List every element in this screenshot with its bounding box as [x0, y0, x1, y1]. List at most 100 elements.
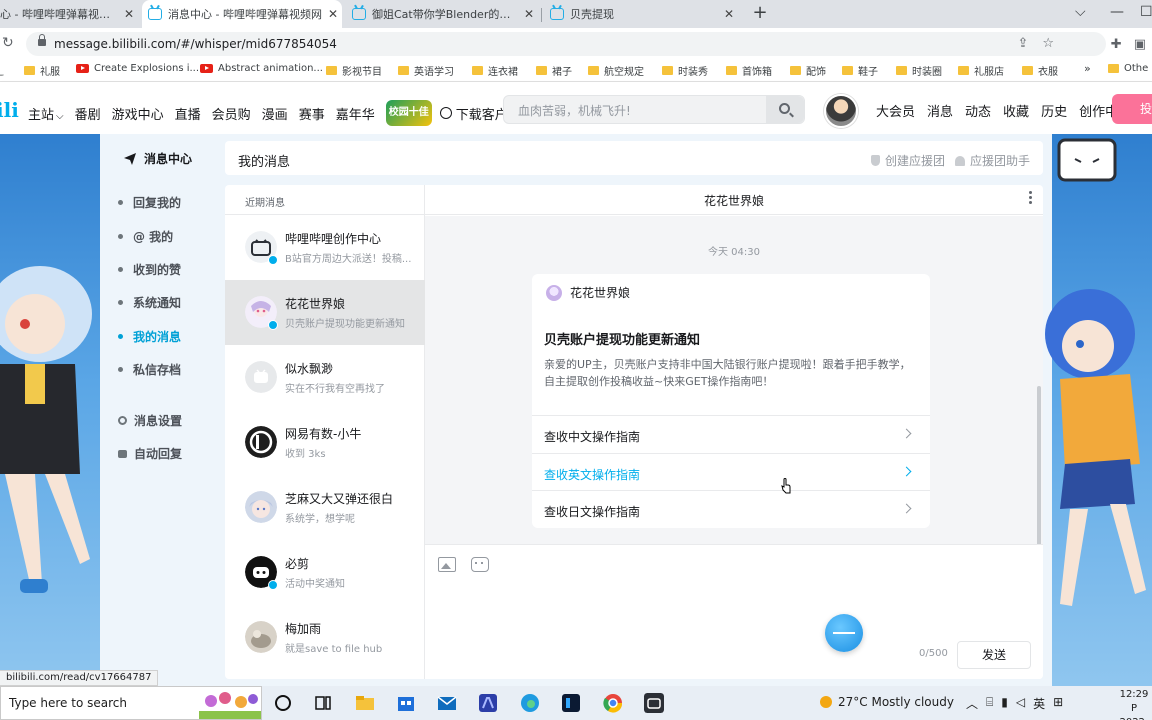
keyboard-layout-icon[interactable]: ⊞: [1053, 695, 1063, 712]
bookmark-folder[interactable]: 裙子: [536, 63, 572, 78]
maximize-icon[interactable]: ☐: [1140, 4, 1152, 20]
bookmark-link[interactable]: Abstract animation...: [200, 63, 323, 74]
nav-live[interactable]: 直播: [175, 104, 201, 123]
close-icon[interactable]: ✕: [520, 7, 538, 21]
fan-group-helper-button[interactable]: 应援团助手: [955, 152, 1030, 169]
nav-dynamics[interactable]: 动态: [965, 101, 991, 120]
conversation-item[interactable]: 哔哩哔哩创作中心 B站官方周边大派送！投稿...: [225, 215, 425, 280]
send-button[interactable]: 发送: [957, 641, 1031, 669]
nav-esports[interactable]: 赛事: [299, 104, 325, 123]
browser-tab[interactable]: 心 - 哔哩哔哩弹幕视频网 ✕: [0, 0, 138, 28]
bookmarks-overflow-button[interactable]: »: [1084, 62, 1091, 75]
url-text[interactable]: message.bilibili.com/#/whisper/mid677854…: [54, 37, 337, 51]
cortana-icon[interactable]: [273, 693, 293, 713]
weather-widget[interactable]: 27°C Mostly cloudy: [820, 695, 954, 709]
chrome-icon[interactable]: [603, 693, 623, 713]
more-options-icon[interactable]: [1029, 191, 1033, 205]
sidebar-item-auto-reply[interactable]: 自动回复: [118, 445, 182, 462]
sidebar-item-my-messages[interactable]: 我的消息: [118, 328, 181, 345]
search-input[interactable]: 血肉苦弱，机械飞升!: [518, 102, 631, 119]
sidebar-item-likes[interactable]: 收到的赞: [118, 261, 181, 278]
nav-game-center[interactable]: 游戏中心: [112, 104, 164, 123]
conversation-item[interactable]: 芝麻又大又弹还很白 系统学，想学呢: [225, 475, 425, 540]
browser-tab[interactable]: 御姐Cat带你学Blender的个人空间 ✕: [346, 0, 538, 28]
guide-link-english[interactable]: 查收英文操作指南: [532, 453, 930, 491]
browser-tab-active[interactable]: 消息中心 - 哔哩哔哩弹幕视频网 ✕: [142, 0, 342, 28]
network-icon[interactable]: ⌸: [986, 695, 993, 712]
taskbar-search-input[interactable]: Type here to search: [9, 696, 127, 710]
bookmark-star-icon[interactable]: ☆: [1042, 36, 1054, 51]
bookmark-folder[interactable]: 配饰: [790, 63, 826, 78]
nav-mall[interactable]: 会员购: [212, 104, 251, 123]
bilibili-logo[interactable]: ili: [0, 98, 19, 122]
edge-icon[interactable]: [520, 693, 540, 713]
bilibili-app-icon[interactable]: [644, 693, 664, 713]
campus-event-badge[interactable]: 校园十佳: [385, 100, 432, 126]
conversation-item[interactable]: 必剪 活动中奖通知: [225, 540, 425, 605]
bookmark-folder[interactable]: 衣服: [1022, 63, 1058, 78]
input-method-indicator[interactable]: 英: [1033, 695, 1045, 712]
mail-icon[interactable]: [437, 693, 457, 713]
sidebar-item-mentions[interactable]: @ 我的: [118, 228, 173, 245]
file-explorer-icon[interactable]: [355, 693, 375, 713]
bookmark-folder[interactable]: 连衣裙: [472, 63, 518, 78]
bookmark-link[interactable]: Create Explosions i...: [76, 63, 199, 74]
message-composer[interactable]: 0/500 发送: [425, 544, 1043, 679]
bookmark-folder[interactable]: 英语学习: [398, 63, 454, 78]
new-tab-button[interactable]: +: [750, 4, 770, 24]
conversation-item-active[interactable]: 花花世界娘 贝壳账户提现功能更新通知: [225, 280, 425, 345]
system-clock[interactable]: 12:29 P 2022-07: [1116, 688, 1152, 720]
bookmark-folder[interactable]: 影视节目: [326, 63, 382, 78]
bookmark-folder[interactable]: 时装圈: [896, 63, 942, 78]
bookmark-folder[interactable]: 航空规定: [588, 63, 644, 78]
bookmark-folder[interactable]: ⻌: [0, 63, 4, 78]
photoshop-icon[interactable]: [561, 693, 581, 713]
conversation-item[interactable]: 似水飘渺 实在不行我有空再找了: [225, 345, 425, 410]
nav-history[interactable]: 历史: [1041, 101, 1067, 120]
url-field[interactable]: message.bilibili.com/#/whisper/mid677854…: [26, 32, 1106, 56]
nav-anime[interactable]: 番剧: [75, 104, 101, 123]
image-icon[interactable]: [438, 557, 456, 572]
sidebar-item-system-notices[interactable]: 系统通知: [118, 294, 181, 311]
side-panel-icon[interactable]: ▣: [1134, 37, 1146, 52]
close-icon[interactable]: ✕: [120, 7, 138, 21]
close-icon[interactable]: ✕: [324, 7, 342, 21]
reload-icon[interactable]: ↻: [2, 35, 14, 51]
nav-manga[interactable]: 漫画: [262, 104, 288, 123]
conversation-item[interactable]: 梅加雨 就是save to file hub: [225, 605, 425, 670]
guide-link-japanese[interactable]: 查收日文操作指南: [532, 490, 930, 528]
minimize-icon[interactable]: —: [1110, 4, 1124, 20]
conversation-item[interactable]: 网易有数-小牛 收到 3ks: [225, 410, 425, 475]
chevron-up-icon[interactable]: ︿: [966, 695, 978, 712]
floating-helper-button[interactable]: [825, 614, 863, 652]
bookmark-folder[interactable]: 礼服店: [958, 63, 1004, 78]
bookmark-folder[interactable]: Othe: [1108, 63, 1148, 74]
sidebar-item-archive[interactable]: 私信存档: [118, 361, 181, 378]
search-button[interactable]: [766, 96, 804, 123]
guide-link-chinese[interactable]: 查收中文操作指南: [532, 415, 930, 453]
nav-vip[interactable]: 大会员: [876, 101, 915, 120]
taskbar-search-box[interactable]: Type here to search: [0, 686, 262, 720]
bookmark-folder[interactable]: 首饰箱: [726, 63, 772, 78]
close-icon[interactable]: ✕: [720, 7, 738, 21]
extensions-icon[interactable]: ✚: [1111, 37, 1122, 52]
microphone-icon[interactable]: ▮: [1001, 695, 1008, 712]
emoji-icon[interactable]: [471, 557, 489, 572]
microsoft-store-icon[interactable]: [396, 693, 416, 713]
bookmark-folder[interactable]: 时装秀: [662, 63, 708, 78]
bookmark-folder[interactable]: 鞋子: [842, 63, 878, 78]
volume-icon[interactable]: ◁: [1016, 695, 1025, 712]
browser-tab[interactable]: 贝壳提现 ✕: [544, 0, 738, 28]
task-view-icon[interactable]: [313, 693, 333, 713]
nav-carnival[interactable]: 嘉年华: [336, 104, 375, 123]
user-avatar[interactable]: [824, 94, 858, 128]
sidebar-item-replies[interactable]: 回复我的: [118, 194, 181, 211]
upload-button[interactable]: 投: [1112, 94, 1152, 124]
after-effects-icon[interactable]: [478, 693, 498, 713]
nav-messages[interactable]: 消息: [927, 101, 953, 120]
share-icon[interactable]: ⇪: [1017, 36, 1028, 51]
lock-icon[interactable]: [38, 34, 46, 46]
nav-main-site[interactable]: 主站 ⌵: [28, 104, 64, 123]
create-fan-group-button[interactable]: 创建应援团: [871, 152, 945, 169]
sidebar-item-message-settings[interactable]: 消息设置: [118, 412, 182, 429]
